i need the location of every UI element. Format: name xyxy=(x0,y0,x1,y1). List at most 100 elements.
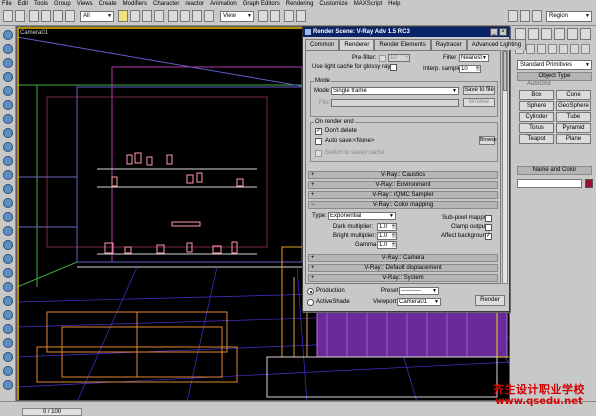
tool-icon[interactable] xyxy=(3,114,13,124)
tool-icon[interactable] xyxy=(3,366,13,376)
sphere-button[interactable]: Sphere xyxy=(519,101,554,111)
tool-icon[interactable] xyxy=(3,352,13,362)
mode-dropdown[interactable]: Single frame xyxy=(331,87,459,95)
window-crossing-icon[interactable] xyxy=(154,10,164,22)
move-icon[interactable] xyxy=(168,10,178,22)
tool-icon[interactable] xyxy=(3,86,13,96)
cylinder-button[interactable]: Cylinder xyxy=(519,112,554,122)
geosphere-button[interactable]: GeoSphere xyxy=(556,101,591,111)
tab-render-elements[interactable]: Render Elements xyxy=(374,39,431,50)
tool-icon[interactable] xyxy=(3,30,13,40)
tool-icon[interactable] xyxy=(3,170,13,180)
bind-space-warp-icon[interactable] xyxy=(53,10,63,22)
tool-icon[interactable] xyxy=(3,310,13,320)
menu-animation[interactable]: Animation xyxy=(210,0,237,8)
activeshade-radio[interactable] xyxy=(307,299,314,306)
gamma-spinner[interactable]: 1.0 xyxy=(377,241,397,249)
browse-file-button[interactable]: Browse xyxy=(463,98,495,107)
align-icon[interactable] xyxy=(520,10,530,22)
tube-button[interactable]: Tube xyxy=(556,112,591,122)
tool-icon[interactable] xyxy=(3,72,13,82)
tab-advanced-lighting[interactable]: Advanced Lighting xyxy=(466,39,527,50)
minimize-icon[interactable]: _ xyxy=(490,28,498,36)
menu-file[interactable]: File xyxy=(2,0,12,8)
tool-icon[interactable] xyxy=(3,58,13,68)
utilities-tab-icon[interactable] xyxy=(580,28,591,40)
prefilter-checkbox[interactable] xyxy=(379,55,386,62)
menu-maxscript[interactable]: MAXScript xyxy=(354,0,382,8)
time-slider[interactable]: 0 / 100 xyxy=(22,408,82,416)
switch-saved-cache-checkbox[interactable] xyxy=(315,150,322,157)
prefilter-spinner[interactable]: 10 xyxy=(388,54,410,62)
tool-icon[interactable] xyxy=(3,212,13,222)
close-icon[interactable]: × xyxy=(499,28,507,36)
type-dropdown[interactable]: Exponential xyxy=(328,212,396,220)
snap-icon[interactable] xyxy=(284,10,294,22)
hierarchy-tab-icon[interactable] xyxy=(541,28,552,40)
rotate-icon[interactable] xyxy=(180,10,190,22)
menu-reactor[interactable]: reactor xyxy=(185,0,204,8)
browse-autosave-button[interactable]: Browse xyxy=(479,136,497,145)
torus-button[interactable]: Torus xyxy=(519,123,554,133)
space-warps-icon[interactable] xyxy=(570,44,579,54)
clamp-output-checkbox[interactable] xyxy=(485,224,492,231)
rollout-system[interactable]: + V-Ray:: System xyxy=(308,274,498,282)
helpers-icon[interactable] xyxy=(559,44,568,54)
subpixel-mapping-checkbox[interactable] xyxy=(485,215,492,222)
modify-tab-icon[interactable] xyxy=(528,28,539,40)
interp-samples-spinner[interactable]: 10 xyxy=(459,65,481,73)
menu-views[interactable]: Views xyxy=(77,0,93,8)
tab-common[interactable]: Common xyxy=(305,39,340,50)
category-dropdown[interactable]: Standard Primitives xyxy=(517,60,592,70)
rollout-environment[interactable]: + V-Ray:: Environment xyxy=(308,181,498,189)
menu-create[interactable]: Create xyxy=(99,0,117,8)
rollout-camera[interactable]: + V-Ray:: Camera xyxy=(308,254,498,262)
tool-icon[interactable] xyxy=(3,240,13,250)
display-tab-icon[interactable] xyxy=(567,28,578,40)
redo-icon[interactable] xyxy=(15,10,25,22)
viewport-label[interactable]: Camera01 xyxy=(20,30,48,36)
production-radio[interactable] xyxy=(307,288,314,295)
object-color-swatch[interactable] xyxy=(585,179,593,188)
menu-customize[interactable]: Customize xyxy=(319,0,347,8)
dark-multiplier-spinner[interactable]: 1.0 xyxy=(377,223,397,231)
layer-manager-icon[interactable] xyxy=(532,10,542,22)
cameras-icon[interactable] xyxy=(548,44,557,54)
menu-help[interactable]: Help xyxy=(388,0,400,8)
dialog-title-bar[interactable]: Render Scene: V-Ray Adv 1.5 RC3 xyxy=(303,27,509,37)
rollout-default-displacement[interactable]: + V-Ray:: Default displacement xyxy=(308,264,498,272)
tool-icon[interactable] xyxy=(3,268,13,278)
mirror-icon[interactable] xyxy=(508,10,518,22)
scrollbar-thumb[interactable] xyxy=(503,51,507,91)
render-button[interactable]: Render xyxy=(475,295,505,306)
link-icon[interactable] xyxy=(29,10,39,22)
affect-background-checkbox[interactable]: ✓ xyxy=(485,233,492,240)
menu-group[interactable]: Group xyxy=(54,0,71,8)
preset-dropdown[interactable]: ---------- xyxy=(399,287,439,295)
viewport-dropdown[interactable]: Camera01 xyxy=(397,298,441,306)
tool-icon[interactable] xyxy=(3,338,13,348)
save-to-file-button[interactable]: Save to file xyxy=(463,86,495,95)
lights-icon[interactable] xyxy=(537,44,546,54)
file-path-field[interactable] xyxy=(331,99,459,107)
tool-icon[interactable] xyxy=(3,100,13,110)
tool-icon[interactable] xyxy=(3,198,13,208)
menu-modifiers[interactable]: Modifiers xyxy=(123,0,147,8)
bright-multiplier-spinner[interactable]: 1.0 xyxy=(377,232,397,240)
menu-tools[interactable]: Tools xyxy=(34,0,48,8)
named-selection-dropdown[interactable]: Region xyxy=(546,11,592,22)
selection-filter-dropdown[interactable]: All xyxy=(80,11,114,22)
tool-icon[interactable] xyxy=(3,226,13,236)
pivot-center-icon[interactable] xyxy=(258,10,268,22)
use-light-cache-checkbox[interactable] xyxy=(390,64,397,71)
motion-tab-icon[interactable] xyxy=(554,28,565,40)
unlink-icon[interactable] xyxy=(41,10,51,22)
menu-character[interactable]: Character xyxy=(153,0,179,8)
dont-delete-checkbox[interactable]: ✓ xyxy=(315,128,322,135)
tool-icon[interactable] xyxy=(3,44,13,54)
box-button[interactable]: Box xyxy=(519,90,554,100)
scale-icon[interactable] xyxy=(192,10,202,22)
shapes-icon[interactable] xyxy=(526,44,535,54)
tool-icon[interactable] xyxy=(3,156,13,166)
menu-rendering[interactable]: Rendering xyxy=(286,0,314,8)
